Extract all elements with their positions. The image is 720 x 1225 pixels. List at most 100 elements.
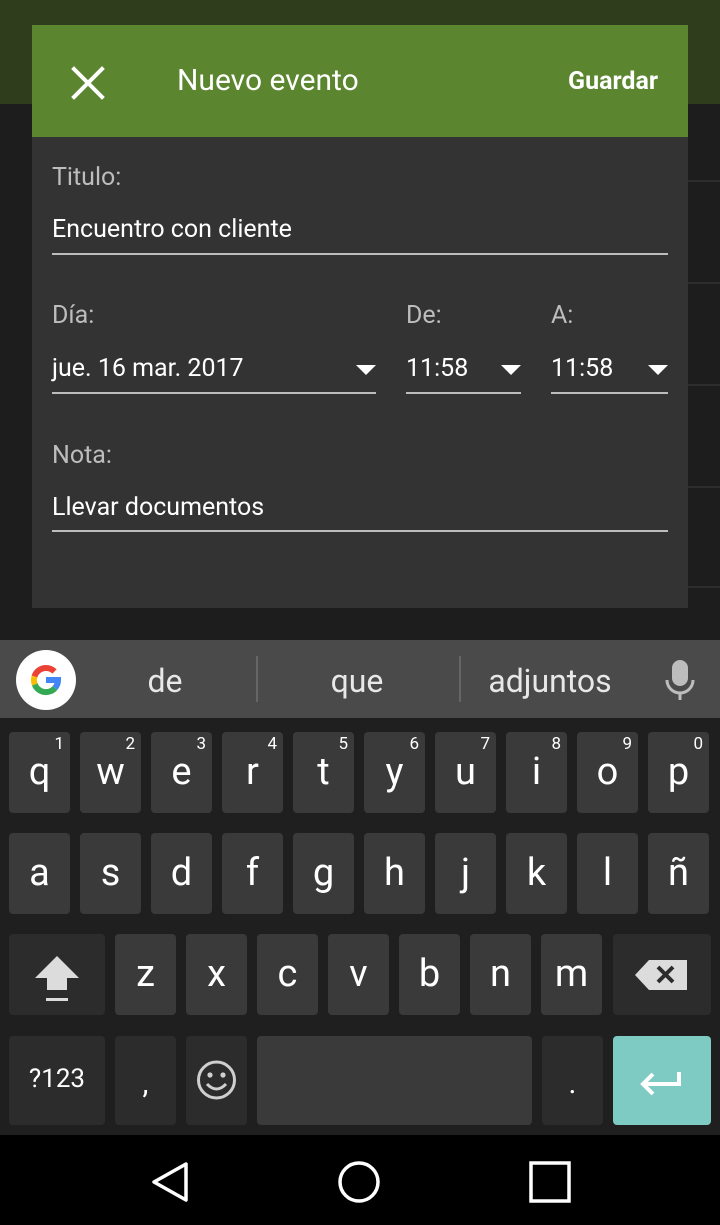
day-value: jue. 16 mar. 2017 (52, 354, 244, 383)
title-label: Titulo: (52, 163, 122, 192)
key-y[interactable]: y6 (364, 732, 425, 813)
key-c[interactable]: c (257, 934, 318, 1015)
key-q[interactable]: q1 (9, 732, 70, 813)
key-label: w (96, 750, 125, 794)
key-label: d (170, 851, 193, 895)
key-u[interactable]: u7 (435, 732, 496, 813)
day-label: Día: (52, 301, 95, 330)
to-time-value: 11:58 (551, 354, 614, 383)
emoji-key[interactable] (186, 1036, 247, 1125)
key-number: 1 (54, 734, 64, 754)
suggestion-divider (256, 656, 258, 702)
key-label: ?123 (28, 1064, 86, 1094)
suggestion-2[interactable]: que (262, 662, 452, 700)
key-w[interactable]: w2 (80, 732, 141, 813)
key-v[interactable]: v (328, 934, 389, 1015)
key-label: o (596, 750, 619, 794)
suggestion-strip: de que adjuntos (0, 640, 720, 718)
key-label: . (568, 1066, 577, 1101)
key-number: 2 (125, 734, 135, 754)
google-icon[interactable] (16, 650, 76, 710)
period-key[interactable]: . (542, 1036, 603, 1125)
key-d[interactable]: d (151, 833, 212, 914)
key-k[interactable]: k (506, 833, 567, 914)
back-icon[interactable] (148, 1160, 192, 1204)
key-number: 9 (622, 734, 632, 754)
background-divider (686, 586, 720, 588)
background-divider (686, 486, 720, 488)
key-label: g (312, 851, 335, 895)
mic-icon[interactable] (660, 658, 700, 702)
background-divider (686, 180, 720, 182)
close-icon[interactable] (68, 63, 108, 103)
key-s[interactable]: s (80, 833, 141, 914)
note-underline (52, 530, 668, 532)
key-o[interactable]: o9 (577, 732, 638, 813)
from-time-underline (406, 392, 521, 394)
key-l[interactable]: l (577, 833, 638, 914)
key-g[interactable]: g (293, 833, 354, 914)
key-label: ñ (668, 851, 689, 895)
key-label: e (171, 750, 192, 794)
key-number: 7 (480, 734, 490, 754)
title-underline (52, 253, 668, 255)
backspace-key[interactable] (613, 934, 711, 1015)
key-r[interactable]: r4 (222, 732, 283, 813)
new-event-dialog: Nuevo evento Guardar Titulo: Encuentro c… (32, 25, 688, 608)
key-x[interactable]: x (186, 934, 247, 1015)
shift-key[interactable] (9, 934, 105, 1015)
key-label: h (384, 851, 405, 895)
suggestion-divider (459, 656, 461, 702)
key-label: u (455, 750, 476, 794)
key-i[interactable]: i8 (506, 732, 567, 813)
background-divider (686, 282, 720, 284)
key-label: p (667, 750, 690, 794)
key-m[interactable]: m (541, 934, 602, 1015)
key-n[interactable]: n (470, 934, 531, 1015)
key-f[interactable]: f (222, 833, 283, 914)
save-button[interactable]: Guardar (568, 67, 658, 96)
key-label: q (28, 750, 51, 794)
key-label: y (385, 750, 404, 794)
key-number: 5 (338, 734, 348, 754)
key-label: j (460, 851, 471, 895)
key-number: 8 (551, 734, 561, 754)
key-e[interactable]: e3 (151, 732, 212, 813)
comma-key[interactable]: , (115, 1036, 176, 1125)
key-label: x (207, 952, 226, 996)
key-label: f (245, 851, 260, 895)
background-divider (686, 384, 720, 386)
home-icon[interactable] (337, 1160, 381, 1204)
key-label: k (526, 851, 547, 895)
title-input[interactable]: Encuentro con cliente (52, 215, 292, 244)
enter-key[interactable] (613, 1036, 711, 1125)
navigation-bar (0, 1135, 720, 1225)
key-number: 6 (409, 734, 419, 754)
from-label: De: (406, 301, 442, 330)
symbols-key[interactable]: ?123 (9, 1036, 105, 1125)
suggestion-1[interactable]: de (90, 662, 240, 700)
key-z[interactable]: z (115, 934, 176, 1015)
key-label: b (418, 952, 441, 996)
backspace-icon (635, 960, 687, 990)
key-t[interactable]: t5 (293, 732, 354, 813)
key-n-tilde[interactable]: ñ (648, 833, 709, 914)
dropdown-caret-icon (356, 365, 376, 375)
dialog-title: Nuevo evento (177, 63, 359, 98)
key-h[interactable]: h (364, 833, 425, 914)
to-time-underline (551, 392, 668, 394)
space-key[interactable] (257, 1036, 532, 1125)
key-number: 3 (196, 734, 206, 754)
key-j[interactable]: j (435, 833, 496, 914)
key-a[interactable]: a (9, 833, 70, 914)
key-b[interactable]: b (399, 934, 460, 1015)
dropdown-caret-icon (648, 365, 668, 375)
note-input[interactable]: Llevar documentos (52, 493, 264, 522)
recents-icon[interactable] (528, 1160, 572, 1204)
note-label: Nota: (52, 441, 112, 470)
day-underline (52, 392, 376, 394)
key-label: , (142, 1066, 149, 1101)
from-time-value: 11:58 (406, 354, 469, 383)
suggestion-3[interactable]: adjuntos (465, 662, 635, 700)
key-p[interactable]: p0 (648, 732, 709, 813)
